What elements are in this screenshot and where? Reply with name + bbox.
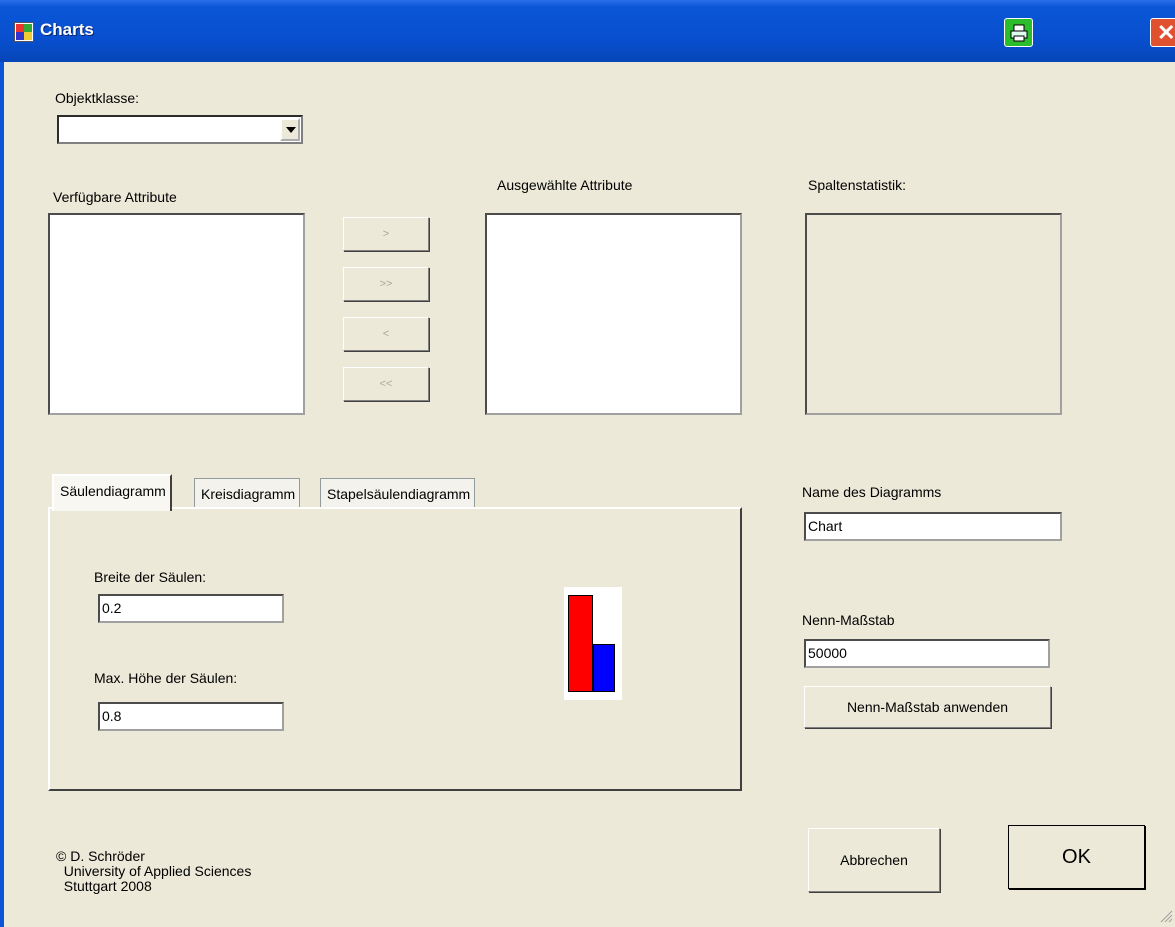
cancel-button[interactable]: Abbrechen — [808, 828, 940, 892]
column-statistics-box — [805, 213, 1062, 415]
preview-bar-blue — [593, 643, 615, 692]
reference-scale-label: Nenn-Maßstab — [802, 612, 895, 628]
copyright-text: © D. Schröder University of Applied Scie… — [56, 848, 252, 894]
ok-button[interactable]: OK — [1008, 825, 1145, 889]
column-statistics-label: Spaltenstatistik: — [808, 177, 907, 193]
available-attributes-list[interactable] — [48, 213, 305, 415]
app-icon — [14, 22, 34, 42]
objektklasse-label: Objektklasse: — [55, 90, 140, 106]
selected-attributes-list[interactable] — [485, 213, 742, 415]
available-attributes-label: Verfügbare Attribute — [53, 189, 177, 205]
column-width-label: Breite der Säulen: — [94, 569, 207, 585]
resize-grip-icon[interactable] — [1159, 909, 1173, 923]
title-bar[interactable]: Charts ✕ — [0, 0, 1175, 62]
close-button[interactable]: ✕ — [1150, 18, 1175, 47]
column-width-input[interactable]: 0.2 — [98, 594, 284, 623]
remove-attribute-button[interactable]: < — [343, 317, 429, 351]
tab-kreisdiagramm[interactable]: Kreisdiagramm — [194, 478, 301, 508]
remove-all-attributes-button[interactable]: << — [343, 367, 429, 401]
reference-scale-input[interactable]: 50000 — [804, 639, 1050, 668]
tab-saeulendiagramm[interactable]: Säulendiagramm — [52, 474, 172, 511]
print-button[interactable] — [1004, 18, 1033, 47]
window-border — [0, 62, 4, 927]
tab-stapelsaeulendiagramm[interactable]: Stapelsäulendiagramm — [320, 478, 476, 508]
chevron-down-icon[interactable] — [280, 118, 300, 141]
add-attribute-button[interactable]: > — [343, 217, 429, 251]
selected-attributes-label: Ausgewählte Attribute — [497, 177, 633, 193]
diagram-name-label: Name des Diagramms — [802, 484, 942, 500]
printer-icon — [1010, 24, 1028, 42]
column-chart-preview — [564, 587, 622, 700]
close-icon: ✕ — [1157, 20, 1175, 45]
max-column-height-label: Max. Höhe der Säulen: — [94, 670, 238, 686]
diagram-name-input[interactable]: Chart — [804, 512, 1062, 541]
window-title: Charts — [40, 20, 94, 39]
add-all-attributes-button[interactable]: >> — [343, 267, 429, 301]
tab-panel-saeulendiagramm: Breite der Säulen: 0.2 Max. Höhe der Säu… — [48, 507, 742, 791]
preview-bar-red — [568, 595, 593, 692]
charts-dialog: Charts ✕ Objektklasse: Verfügbare Attrib… — [0, 0, 1175, 927]
objektklasse-select[interactable] — [57, 115, 303, 144]
apply-reference-scale-button[interactable]: Nenn-Maßstab anwenden — [804, 686, 1051, 728]
max-column-height-input[interactable]: 0.8 — [98, 702, 284, 731]
